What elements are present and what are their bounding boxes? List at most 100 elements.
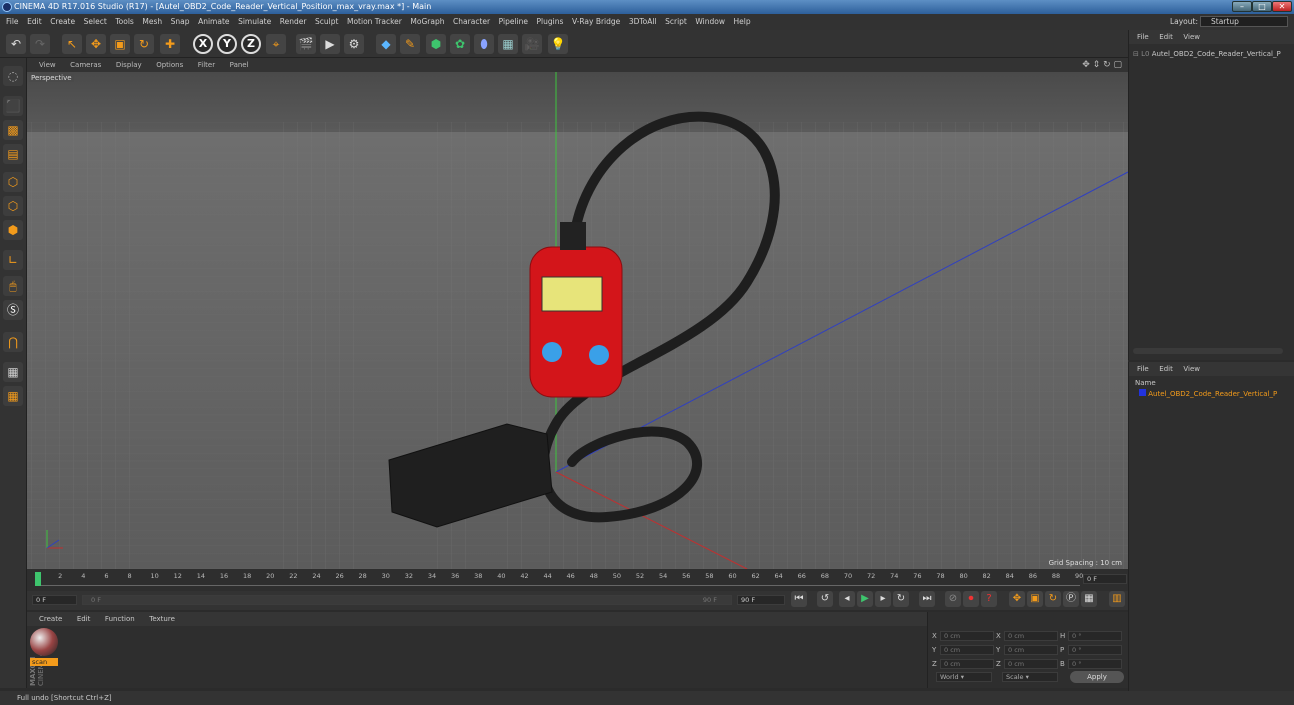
y-axis-lock-button[interactable]: Y — [217, 34, 237, 54]
autokey-icon[interactable]: ⏺ — [963, 591, 979, 607]
menu-help[interactable]: Help — [734, 17, 751, 26]
render-settings-icon[interactable]: ⚙ — [344, 34, 364, 54]
menu-motion-tracker[interactable]: Motion Tracker — [347, 17, 402, 26]
x-axis-lock-button[interactable]: X — [193, 34, 213, 54]
record-keys-icon[interactable]: ⊘ — [945, 591, 961, 607]
object-menu-edit[interactable]: Edit — [1159, 33, 1173, 41]
coordinate-field[interactable]: 0 cm — [1004, 631, 1058, 641]
material-swatch-scan[interactable] — [30, 628, 58, 656]
menu-mograph[interactable]: MoGraph — [410, 17, 444, 26]
key-param-icon[interactable]: Ⓟ — [1063, 591, 1079, 607]
light-icon[interactable]: 💡 — [548, 34, 568, 54]
polygons-mode-icon[interactable]: ⬢ — [3, 220, 23, 240]
scale-mode-select[interactable]: Scale ▾ — [1002, 672, 1058, 682]
menu-edit[interactable]: Edit — [27, 17, 42, 26]
locked-planar-icon[interactable]: ▦ — [3, 386, 23, 406]
menu-tools[interactable]: Tools — [115, 17, 133, 26]
material-name-label[interactable]: scan — [30, 658, 58, 666]
attribute-menu-edit[interactable]: Edit — [1159, 365, 1173, 373]
play-icon[interactable]: ▶ — [857, 591, 873, 607]
select-tool-icon[interactable]: ↖ — [62, 34, 82, 54]
lock-workplane-icon[interactable]: ▦ — [3, 362, 23, 382]
viewport-menu-options[interactable]: Options — [156, 61, 183, 69]
menu-3dtoall[interactable]: 3DToAll — [629, 17, 657, 26]
edges-mode-icon[interactable]: ⬡ — [3, 196, 23, 216]
menu-script[interactable]: Script — [665, 17, 687, 26]
viewport-menu-filter[interactable]: Filter — [198, 61, 215, 69]
key-scale-icon[interactable]: ▣ — [1027, 591, 1043, 607]
current-frame-field[interactable]: 0 F — [1083, 574, 1127, 584]
object-menu-file[interactable]: File — [1137, 33, 1149, 41]
attribute-object-row[interactable]: Autel_OBD2_Code_Reader_Vertical_P — [1139, 389, 1293, 398]
tweak-mode-icon[interactable]: 🖱 — [3, 276, 23, 296]
start-frame-field[interactable]: 0 F — [32, 595, 77, 605]
key-pla-icon[interactable]: ▦ — [1081, 591, 1097, 607]
scale-tool-icon[interactable]: ▣ — [110, 34, 130, 54]
apply-button[interactable]: Apply — [1070, 671, 1124, 683]
material-menu-function[interactable]: Function — [105, 615, 135, 623]
viewport-camera-label[interactable]: Perspective — [29, 74, 74, 82]
attribute-menu-view[interactable]: View — [1183, 365, 1200, 373]
menu-character[interactable]: Character — [453, 17, 490, 26]
coordinate-system-icon[interactable]: ⌖ — [266, 34, 286, 54]
texture-mode-icon[interactable]: ▩ — [3, 120, 23, 140]
points-mode-icon[interactable]: ⬡ — [3, 172, 23, 192]
frame-range-slider[interactable]: 0 F 90 F — [82, 595, 732, 605]
model-mode-icon[interactable]: ⬛ — [3, 96, 23, 116]
object-manager-scrollbar[interactable] — [1133, 348, 1283, 354]
move-tool-icon[interactable]: ✥ — [86, 34, 106, 54]
menu-sculpt[interactable]: Sculpt — [315, 17, 338, 26]
material-menu-edit[interactable]: Edit — [77, 615, 91, 623]
coordinate-system-select[interactable]: World ▾ — [936, 672, 992, 682]
material-menu-texture[interactable]: Texture — [149, 615, 175, 623]
3d-viewport[interactable]: Perspective Grid Spacing : 10 cm — [27, 72, 1128, 569]
deformer-icon[interactable]: ⬮ — [474, 34, 494, 54]
undo-icon[interactable]: ↶ — [6, 34, 26, 54]
goto-end-icon[interactable]: ⏭ — [919, 591, 935, 607]
coordinate-field[interactable]: 0 cm — [1004, 645, 1058, 655]
close-button[interactable]: ✕ — [1272, 1, 1292, 12]
object-row[interactable]: ⊟ L0 Autel_OBD2_Code_Reader_Vertical_P — [1133, 50, 1291, 58]
menu-pipeline[interactable]: Pipeline — [499, 17, 528, 26]
end-frame-field[interactable]: 90 F — [737, 595, 785, 605]
viewport-menu-panel[interactable]: Panel — [230, 61, 249, 69]
coordinate-field[interactable]: 0 ° — [1068, 645, 1122, 655]
material-menu-create[interactable]: Create — [39, 615, 62, 623]
coordinate-field[interactable]: 0 cm — [1004, 659, 1058, 669]
menu-file[interactable]: File — [6, 17, 19, 26]
menu-vray-bridge[interactable]: V-Ray Bridge — [572, 17, 620, 26]
menu-create[interactable]: Create — [50, 17, 75, 26]
maximize-button[interactable]: □ — [1252, 1, 1272, 12]
render-picture-viewer-icon[interactable]: ▶ — [320, 34, 340, 54]
coordinate-field[interactable]: 0 ° — [1068, 631, 1122, 641]
workplane-icon[interactable]: ▤ — [3, 144, 23, 164]
add-tool-icon[interactable]: ✚ — [160, 34, 180, 54]
viewport-menu-view[interactable]: View — [39, 61, 56, 69]
menu-plugins[interactable]: Plugins — [537, 17, 564, 26]
menu-select[interactable]: Select — [84, 17, 107, 26]
prev-frame-icon[interactable]: ◂ — [839, 591, 855, 607]
key-rotation-icon[interactable]: ↻ — [1045, 591, 1061, 607]
subdivision-icon[interactable]: ⬢ — [426, 34, 446, 54]
make-editable-icon[interactable]: ◌ — [3, 66, 23, 86]
cube-primitive-icon[interactable]: ◆ — [376, 34, 396, 54]
redo-icon[interactable]: ↷ — [30, 34, 50, 54]
floor-icon[interactable]: ▦ — [498, 34, 518, 54]
pen-spline-icon[interactable]: ✎ — [400, 34, 420, 54]
playhead[interactable] — [35, 572, 41, 586]
coordinate-field[interactable]: 0 ° — [1068, 659, 1122, 669]
menu-animate[interactable]: Animate — [198, 17, 229, 26]
menu-render[interactable]: Render — [280, 17, 307, 26]
layout-select[interactable]: Startup — [1200, 16, 1288, 27]
goto-start-icon[interactable]: ⏮ — [791, 591, 807, 607]
snap-icon[interactable]: Ⓢ — [3, 300, 23, 320]
menu-simulate[interactable]: Simulate — [238, 17, 271, 26]
next-key-icon[interactable]: ↻ — [893, 591, 909, 607]
viewport-nav-icons[interactable]: ✥ ⇕ ↻ ▢ — [1082, 58, 1122, 72]
viewport-menu-cameras[interactable]: Cameras — [70, 61, 101, 69]
prev-key-icon[interactable]: ↺ — [817, 591, 833, 607]
menu-window[interactable]: Window — [695, 17, 725, 26]
coordinate-field[interactable]: 0 cm — [940, 631, 994, 641]
rotate-tool-icon[interactable]: ↻ — [134, 34, 154, 54]
coordinate-field[interactable]: 0 cm — [940, 659, 994, 669]
